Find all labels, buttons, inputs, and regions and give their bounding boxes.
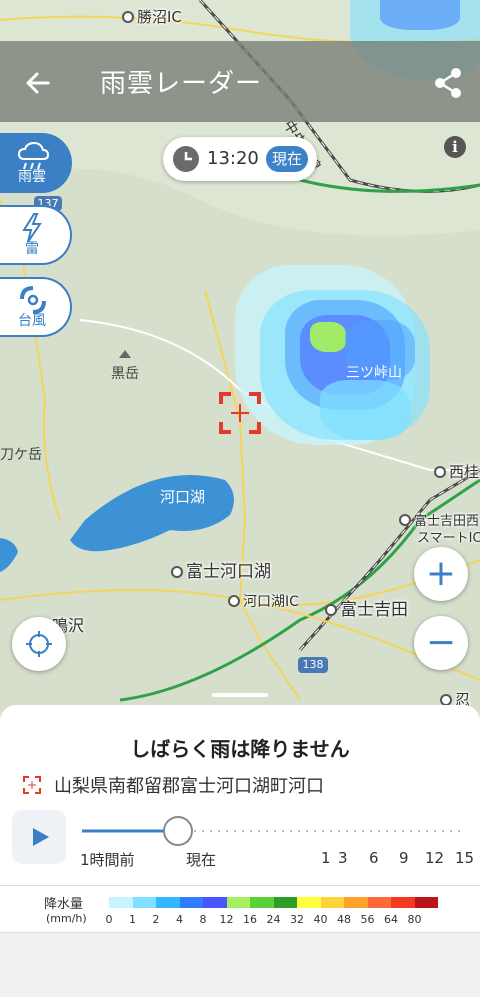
clock-icon [173,146,199,172]
station-marker-icon [434,466,446,478]
timeline-slider-knob[interactable] [163,816,193,846]
legend-swatch [414,897,438,908]
legend-swatch [203,897,227,908]
map-label-kawaguchiko-lake: 河口湖 [160,488,206,506]
legend-swatch [132,897,156,908]
layer-button-rain[interactable]: 雨雲 [0,133,72,193]
layer-label-typhoon: 台風 [18,313,46,329]
precipitation-legend: 降水量 (mm/h) 0 1 2 4 8 12 16 24 32 40 48 56 64 80 [0,885,480,933]
layer-label-lightning: 雷 [25,241,39,257]
zoom-in-label: + [425,553,457,594]
legend-title: 降水量 [44,897,84,912]
arrow-left-icon[interactable] [18,63,58,103]
legend-swatch [320,897,344,908]
zoom-in-button[interactable]: + [414,547,468,601]
map-label-mitsutoge: 三ツ峠山 [346,365,402,381]
legend-swatch [250,897,274,908]
tick-label: 1時間前 [80,851,135,869]
ic-marker-icon [122,11,134,23]
share-icon[interactable] [428,63,468,103]
layer-button-lightning[interactable]: 雷 [0,205,72,265]
map-label-fujikawaguchiko: 富士河口湖 [171,557,271,582]
legend-level-label: 80 [407,913,422,926]
play-button[interactable] [12,810,66,864]
zoom-out-button[interactable]: − [414,616,468,670]
app-header: 雨雲レーダー [0,41,480,122]
sheet-drag-handle[interactable] [212,693,268,697]
current-time: 13:20 [207,148,259,169]
legend-swatch [273,897,297,908]
legend-unit: (mm/h) [46,912,87,925]
rain-cell [380,0,460,30]
legend-swatch [226,897,250,908]
map-label-fujiyoshida: 富士吉田 [325,595,408,620]
tick-label: 15 [455,849,475,867]
map-label-nishikatsura: 西桂 [434,461,479,482]
legend-swatch [367,897,391,908]
rain-cell [320,380,410,440]
timeline-slider-track[interactable] [82,829,466,833]
time-indicator[interactable]: 13:20 現在 [163,137,317,181]
tick-label: 1 [321,849,331,867]
legend-swatch [109,897,133,908]
map-label-kurodake: 黒岳 [111,366,139,382]
map-label-kintoki: 刀ケ岳 [0,447,42,463]
legend-swatch [179,897,203,908]
map-label-katsunuma-ic: 勝沼IC [122,6,182,27]
ic-marker-icon [228,595,240,607]
map-label-fujiyoshida-smart-ic: 富士吉田西 スマートIC [399,513,480,547]
layer-label-rain: 雨雲 [18,169,46,185]
location-name: 山梨県南都留郡富士河口湖町河口 [54,776,324,797]
legend-swatch [391,897,415,908]
play-icon [33,828,49,846]
target-location-icon [219,392,261,434]
now-badge: 現在 [266,146,308,172]
town-marker-icon [325,604,337,616]
forecast-sheet: しばらく雨は降りません 山梨県南都留郡富士河口湖町河口 1時間前 現在 1 3 … [0,693,480,885]
locate-button[interactable] [12,617,66,671]
info-icon[interactable]: i [444,136,466,158]
page-title: 雨雲レーダー [100,69,263,99]
route-shield-138: 138 [298,657,328,673]
tick-label: 9 [399,849,409,867]
town-marker-icon [171,566,183,578]
legend-swatch [344,897,368,908]
map-label-kawaguchiko-ic: 河口湖IC [228,591,299,611]
legend-swatch [297,897,321,908]
legend-swatch [156,897,180,908]
tick-label: 現在 [186,851,217,869]
tick-label: 6 [369,849,379,867]
layer-button-typhoon[interactable]: 台風 [0,277,72,337]
forecast-headline: しばらく雨は降りません [130,737,350,761]
crosshair-icon [26,631,52,657]
bottom-blank-area [0,933,480,997]
rain-cell [310,322,346,352]
ic-marker-icon [399,514,411,526]
tick-label: 12 [425,849,445,867]
tick-label: 3 [338,849,348,867]
zoom-out-label: − [425,622,457,663]
location-target-icon [23,776,41,794]
